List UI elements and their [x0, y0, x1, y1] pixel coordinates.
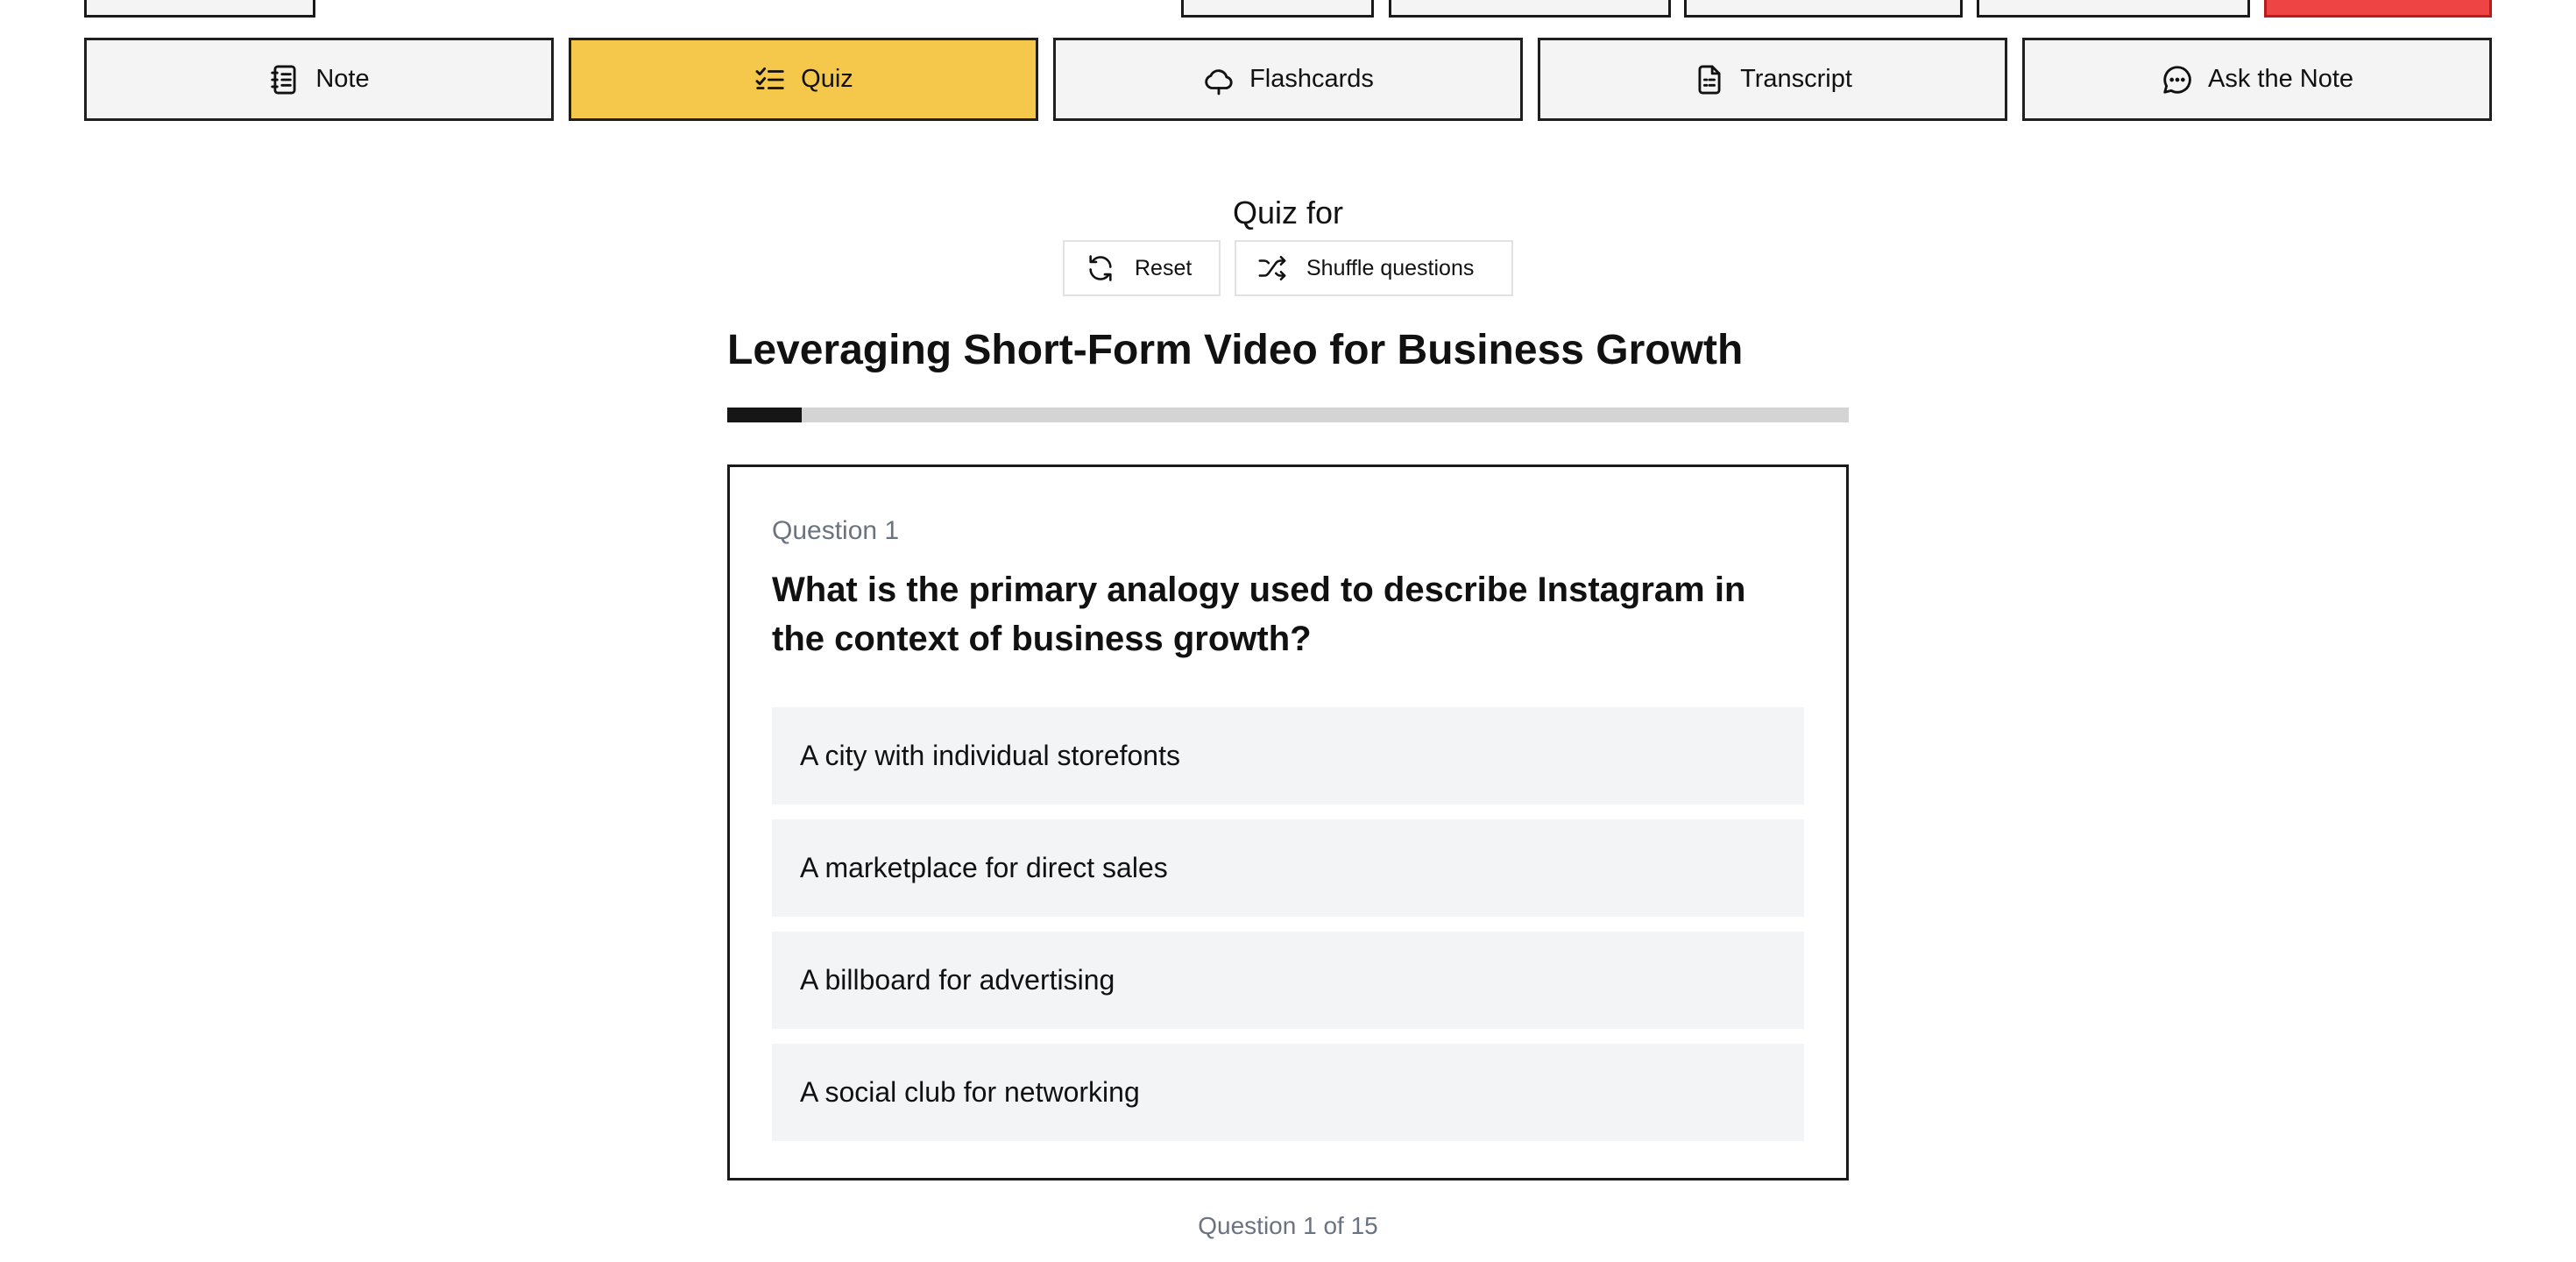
- reset-button[interactable]: Reset: [1063, 240, 1221, 296]
- tab-note[interactable]: Note: [84, 38, 554, 121]
- quiz-title: Leveraging Short-Form Video for Business…: [727, 327, 1744, 373]
- notebook-icon: [271, 65, 296, 94]
- question-card: Question 1 What is the primary analogy u…: [727, 464, 1849, 1180]
- tab-flashcards[interactable]: Flashcards: [1053, 38, 1523, 121]
- answer-option[interactable]: A marketplace for direct sales: [772, 819, 1804, 917]
- question-counter: Question 1 of 15: [1198, 1212, 1378, 1239]
- tab-label: Quiz: [801, 65, 853, 93]
- answer-option[interactable]: A social club for networking: [772, 1044, 1804, 1141]
- top-button-stub[interactable]: [84, 0, 315, 18]
- reset-label: Reset: [1135, 255, 1192, 280]
- tab-ask-the-note[interactable]: Ask the Note: [2022, 38, 2492, 121]
- quiz-page: Note Quiz Flashcards Transcript Ask the …: [0, 0, 2576, 1262]
- shuffle-label: Shuffle questions: [1306, 255, 1475, 280]
- quiz-heading: Quiz for: [1232, 195, 1344, 230]
- refresh-icon: [1089, 255, 1112, 281]
- top-danger-button-stub[interactable]: [2264, 0, 2492, 18]
- quiz-controls: Reset Shuffle questions: [0, 240, 2576, 296]
- document-icon: [1698, 65, 1721, 94]
- tab-label: Note: [315, 65, 370, 93]
- checklist-icon: [755, 67, 784, 89]
- tab-label: Transcript: [1740, 65, 1852, 93]
- top-button-stub[interactable]: [1977, 0, 2250, 18]
- tab-quiz[interactable]: Quiz: [569, 38, 1038, 121]
- shuffle-icon: [1258, 255, 1286, 281]
- answer-option[interactable]: A city with individual storefonts: [772, 707, 1804, 805]
- top-button-stub[interactable]: [1389, 0, 1671, 18]
- tab-transcript[interactable]: Transcript: [1538, 38, 2007, 121]
- tab-label: Flashcards: [1249, 65, 1374, 93]
- question-number: Question 1: [772, 516, 900, 545]
- chat-bubble-icon: [2163, 65, 2191, 94]
- cloud-icon: [1205, 68, 1233, 95]
- question-text: What is the primary analogy used to desc…: [772, 571, 1746, 658]
- tab-label: Ask the Note: [2207, 65, 2354, 93]
- shuffle-questions-button[interactable]: Shuffle questions: [1235, 240, 1513, 296]
- quiz-progress-fill: [727, 408, 803, 422]
- top-button-stub[interactable]: [1181, 0, 1374, 18]
- top-button-stub[interactable]: [1684, 0, 1963, 18]
- quiz-progress-bar: [727, 408, 1849, 422]
- answer-option[interactable]: A billboard for advertising: [772, 932, 1804, 1029]
- view-tabs: Note Quiz Flashcards Transcript Ask the …: [84, 38, 2492, 121]
